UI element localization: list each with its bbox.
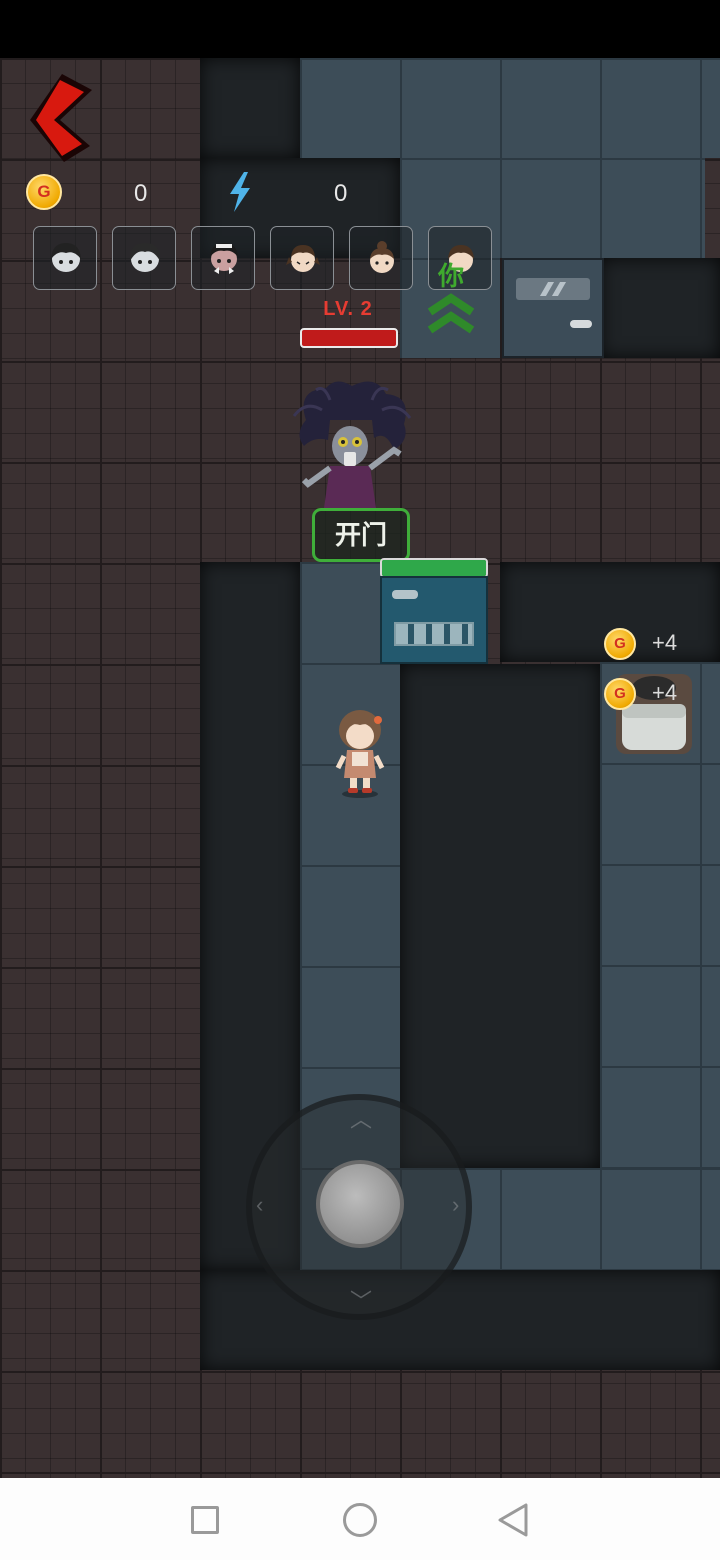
- coin-icon: G: [604, 628, 636, 660]
- back-triangle-icon[interactable]: [496, 1502, 530, 1538]
- joystick-right-arrow-icon: ›: [452, 1192, 460, 1217]
- ghost-girl-face-icon: [129, 243, 161, 272]
- ghost-girl-face-icon: [51, 243, 81, 272]
- avatar-ghost-girl-1[interactable]: [33, 226, 97, 290]
- avatar-bun-girl[interactable]: [349, 226, 413, 290]
- player-character: [335, 710, 385, 798]
- ghost-hp-bar: [300, 328, 398, 348]
- open-door-button[interactable]: 开门: [312, 508, 410, 562]
- door-hp-bar: [380, 558, 488, 578]
- door-vent-icon: [394, 622, 474, 646]
- blue-room-door[interactable]: [380, 576, 488, 664]
- ghost-enemy: [292, 381, 412, 508]
- coin-count: 0: [134, 180, 148, 207]
- joystick-up-arrow-icon: ︿: [350, 1107, 373, 1132]
- bun-girl-face-icon: [370, 241, 394, 273]
- reward-amount: +4: [652, 680, 678, 705]
- recent-apps-square-icon[interactable]: [191, 1506, 219, 1534]
- back-chevron-icon: [30, 74, 92, 162]
- status-bar: [0, 0, 720, 58]
- wall-middle-column: [400, 664, 600, 1168]
- coin-icon: G: [26, 174, 62, 210]
- you-marker-label: 你: [438, 261, 465, 291]
- player-avatar-row: [33, 226, 493, 294]
- wall-right-top: [600, 258, 720, 358]
- maid-girl-face-icon: [210, 243, 238, 274]
- coin-reward-1: G +4: [604, 628, 714, 662]
- floor-top-room: [300, 58, 720, 158]
- energy-count: 0: [334, 180, 348, 207]
- double-chevron-up-icon: [427, 293, 475, 334]
- coin-reward-2: G +4: [604, 678, 714, 712]
- avatar-pigtail-girl[interactable]: [270, 226, 334, 290]
- avatar-maid-girl[interactable]: [191, 226, 255, 290]
- joystick-down-arrow-icon: ﹀: [350, 1289, 373, 1314]
- room-door-grey[interactable]: [502, 258, 604, 358]
- door-knob-icon: [570, 320, 592, 328]
- avatar-ghost-girl-2[interactable]: [112, 226, 176, 290]
- coin-icon: G: [604, 678, 636, 710]
- door-window-icon: [516, 278, 590, 300]
- joystick-knob[interactable]: [316, 1160, 404, 1248]
- home-circle-icon[interactable]: [343, 1503, 377, 1537]
- key-slot-icon: [392, 590, 418, 599]
- joystick-left-arrow-icon: ‹: [256, 1192, 264, 1217]
- system-navigation-bar: [0, 1478, 720, 1560]
- back-button[interactable]: [26, 72, 98, 164]
- ghost-level: LV. 2: [323, 298, 373, 320]
- wall-top-left: [200, 58, 300, 158]
- lightning-bolt-icon: [230, 172, 250, 212]
- pigtail-girl-face-icon: [286, 245, 320, 272]
- door-hp-fill: [382, 560, 486, 576]
- reward-amount: +4: [652, 630, 678, 655]
